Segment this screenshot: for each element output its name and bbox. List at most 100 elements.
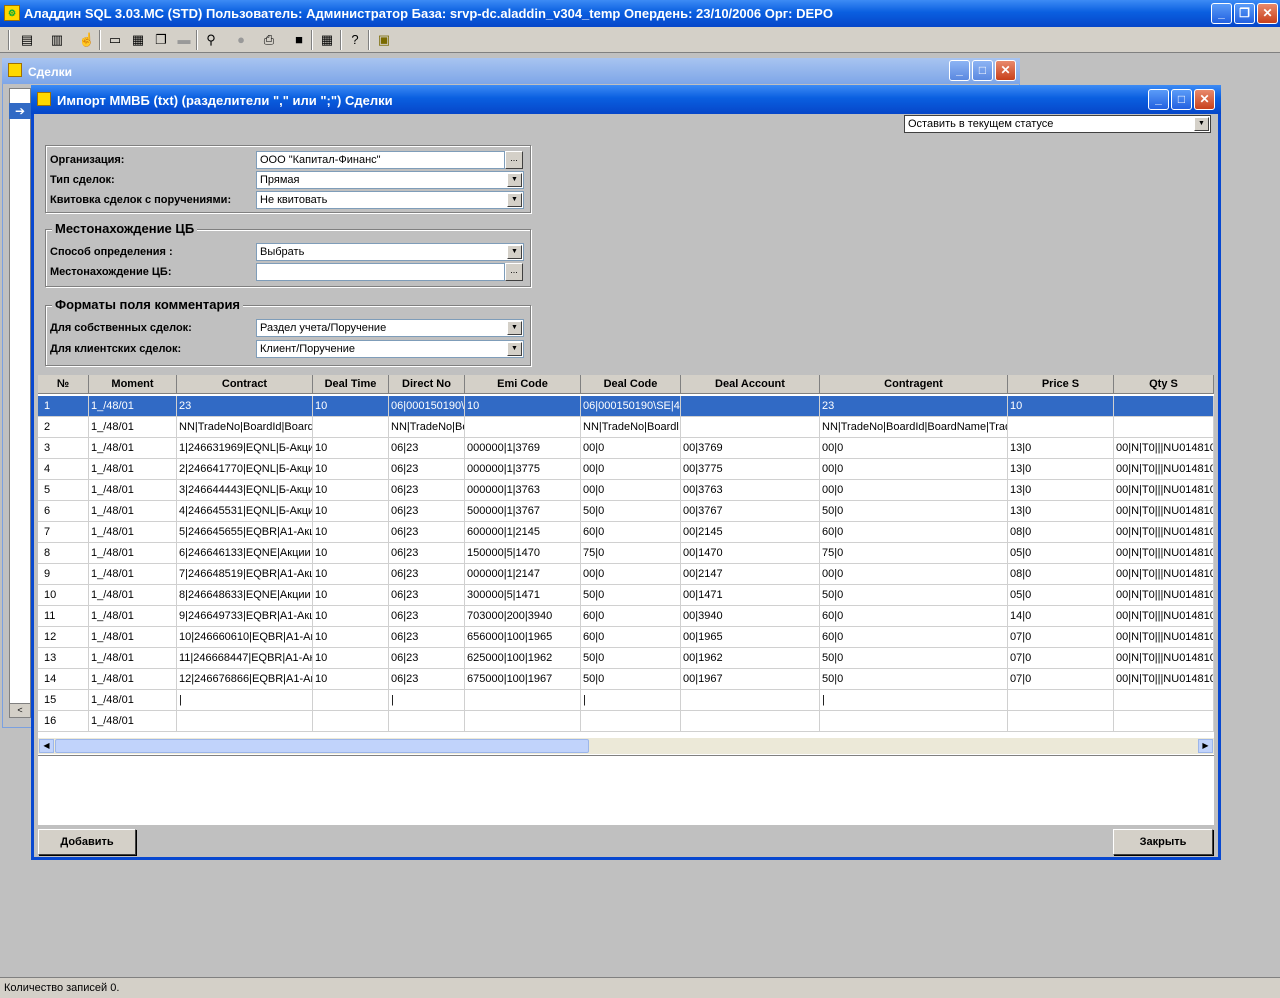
table-cell[interactable]: 3|246644443|EQNL|Б-Акци <box>177 480 313 501</box>
table-cell[interactable]: 00|0 <box>581 438 681 459</box>
table-cell[interactable]: 10 <box>313 543 389 564</box>
table-row[interactable]: 1 1_/48/01 23 10 06|000150190\ 10 06|000150190… <box>38 396 1214 417</box>
table-cell[interactable]: 10 <box>313 627 389 648</box>
table-cell[interactable]: 1_/48/01 <box>89 438 177 459</box>
table-cell[interactable]: 656000|100|1965 <box>465 627 581 648</box>
table-cell[interactable]: 00|3769 <box>681 438 820 459</box>
table-cell[interactable] <box>681 711 820 732</box>
table-cell[interactable]: 00|3767 <box>681 501 820 522</box>
dialog-maximize-button[interactable]: □ <box>1171 89 1192 110</box>
table-cell[interactable]: 10 <box>313 648 389 669</box>
table-cell[interactable]: 08|0 <box>1008 564 1114 585</box>
table-cell[interactable]: 10|246660610|EQBR|A1-Ак <box>177 627 313 648</box>
close-button[interactable]: Закрыть <box>1113 829 1213 855</box>
window-icon[interactable]: ▭ <box>104 29 126 51</box>
table-cell[interactable]: 00|0 <box>820 564 1008 585</box>
table-cell[interactable]: 13|0 <box>1008 459 1114 480</box>
binoculars-icon[interactable]: ⚲ <box>200 29 222 51</box>
table-cell[interactable]: 00|N|T0|||NU014810 <box>1114 501 1214 522</box>
table-row[interactable]: 15 1_/48/01 | | | | <box>38 690 1214 711</box>
table-cell[interactable]: 1_/48/01 <box>89 480 177 501</box>
table-cell[interactable]: 06|23 <box>389 480 465 501</box>
table-cell[interactable]: | <box>820 690 1008 711</box>
table-cell[interactable]: 00|N|T0|||NU014810 <box>1114 606 1214 627</box>
table-cell[interactable] <box>681 690 820 711</box>
table-cell[interactable]: 06|23 <box>389 543 465 564</box>
table-row[interactable]: 9 1_/48/01 7|246648519|EQBR|A1-Акц 10 06|23 0… <box>38 564 1214 585</box>
table-cell[interactable]: 5 <box>38 480 89 501</box>
table-cell[interactable]: 10 <box>38 585 89 606</box>
hand-icon[interactable]: ☝ <box>76 29 98 51</box>
deals-minimize-button[interactable]: _ <box>949 60 970 81</box>
table-cell[interactable]: 07|0 <box>1008 669 1114 690</box>
table-cell[interactable]: 11|246668447|EQBR|A1-Ак <box>177 648 313 669</box>
table-cell[interactable]: 50|0 <box>820 501 1008 522</box>
chevron-down-icon[interactable]: ▼ <box>507 173 522 187</box>
table-cell[interactable]: 10 <box>313 522 389 543</box>
table-row[interactable]: 2 1_/48/01 NN|TradeNo|BoardId|Boardl NN|Tra… <box>38 417 1214 438</box>
table-cell[interactable] <box>1008 690 1114 711</box>
table-cell[interactable]: 06|23 <box>389 564 465 585</box>
table-cell[interactable]: 12|246676866|EQBR|A1-Ак <box>177 669 313 690</box>
deals-maximize-button[interactable]: □ <box>972 60 993 81</box>
table-cell[interactable]: 00|N|T0|||NU014810 <box>1114 480 1214 501</box>
table-cell[interactable]: 1_/48/01 <box>89 417 177 438</box>
table-cell[interactable]: 06|000150190\SE|4 <box>581 396 681 417</box>
table-cell[interactable]: 1 <box>38 396 89 417</box>
table-cell[interactable]: NN|TradeNo|BoardId|Boardl <box>177 417 313 438</box>
table-cell[interactable] <box>1008 711 1114 732</box>
table-cell[interactable] <box>1114 711 1214 732</box>
table-cell[interactable]: 1_/48/01 <box>89 501 177 522</box>
cascade-icon[interactable]: ❐ <box>150 29 172 51</box>
table-cell[interactable] <box>1008 417 1114 438</box>
column-header[interactable]: Direct No <box>389 375 465 394</box>
table-cell[interactable]: 10 <box>465 396 581 417</box>
print-icon[interactable]: ⎙ <box>258 29 280 51</box>
table-cell[interactable]: 50|0 <box>581 501 681 522</box>
chevron-down-icon[interactable]: ▼ <box>507 342 522 356</box>
table-cell[interactable]: 600000|1|2145 <box>465 522 581 543</box>
table-cell[interactable]: 1_/48/01 <box>89 396 177 417</box>
save-icon[interactable]: ■ <box>288 29 310 51</box>
kvit-select[interactable]: Не квитовать ▼ <box>256 191 524 209</box>
help-icon[interactable]: ? <box>344 29 366 51</box>
table-cell[interactable]: 13|0 <box>1008 501 1114 522</box>
table-cell[interactable]: 6 <box>38 501 89 522</box>
table-cell[interactable]: 1_/48/01 <box>89 627 177 648</box>
table-cell[interactable]: 14|0 <box>1008 606 1114 627</box>
table-cell[interactable]: 9 <box>38 564 89 585</box>
table-cell[interactable]: 1_/48/01 <box>89 648 177 669</box>
table-cell[interactable]: 1_/48/01 <box>89 690 177 711</box>
table-cell[interactable]: 2|246641770|EQNL|Б-Акци <box>177 459 313 480</box>
table-cell[interactable]: 05|0 <box>1008 585 1114 606</box>
module-icon[interactable]: ▣ <box>373 29 395 51</box>
org-field[interactable]: ООО "Капитал-Финанс" <box>256 151 505 169</box>
table-row[interactable]: 14 1_/48/01 12|246676866|EQBR|A1-Ак 10 06|23… <box>38 669 1214 690</box>
table-cell[interactable]: 1_/48/01 <box>89 564 177 585</box>
table-cell[interactable]: 07|0 <box>1008 627 1114 648</box>
table-cell[interactable]: 1_/48/01 <box>89 585 177 606</box>
table-cell[interactable]: 06|23 <box>389 585 465 606</box>
table-cell[interactable]: 23 <box>820 396 1008 417</box>
column-header[interactable]: № <box>38 375 89 394</box>
table-cell[interactable]: 625000|100|1962 <box>465 648 581 669</box>
deals-close-button[interactable]: ✕ <box>995 60 1016 81</box>
table-row[interactable]: 4 1_/48/01 2|246641770|EQNL|Б-Акци 10 06|23 0… <box>38 459 1214 480</box>
table-cell[interactable]: 00|0 <box>581 480 681 501</box>
table-cell[interactable]: 8|246648633|EQNE|Акции <box>177 585 313 606</box>
table-row[interactable]: 12 1_/48/01 10|246660610|EQBR|A1-Ак 10 06|23… <box>38 627 1214 648</box>
table-cell[interactable]: 00|0 <box>581 564 681 585</box>
table-cell[interactable]: 00|1967 <box>681 669 820 690</box>
table-cell[interactable]: 50|0 <box>820 585 1008 606</box>
table-cell[interactable] <box>581 711 681 732</box>
chevron-down-icon[interactable]: ▼ <box>507 245 522 259</box>
chevron-down-icon[interactable]: ▼ <box>507 193 522 207</box>
table-cell[interactable]: 00|N|T0|||NU014810 <box>1114 648 1214 669</box>
table-cell[interactable]: 300000|5|1471 <box>465 585 581 606</box>
table-cell[interactable]: 10 <box>313 606 389 627</box>
table-cell[interactable]: NN|TradeNo|BoardId|BoardName|Trad <box>820 417 1008 438</box>
table-cell[interactable]: 1_/48/01 <box>89 606 177 627</box>
chevron-down-icon[interactable]: ▼ <box>507 321 522 335</box>
table-cell[interactable] <box>681 417 820 438</box>
deals-scroll-left-button[interactable]: < <box>9 703 31 718</box>
